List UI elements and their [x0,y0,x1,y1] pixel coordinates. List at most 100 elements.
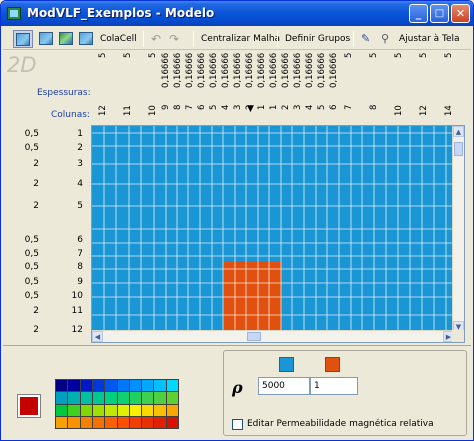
palette-color-cell[interactable] [129,380,142,392]
palette-color-cell[interactable] [105,392,117,404]
column-espessura-label: 5 [369,53,379,59]
undo-icon[interactable]: ↶ [151,30,161,48]
centralizar-malha-button[interactable]: Centralizar Malha [201,30,280,48]
palette-color-cell[interactable] [142,416,154,428]
grid-tool-2[interactable] [39,30,53,48]
value-input-2[interactable]: 1 [310,377,358,395]
close-button[interactable]: ✕ [451,4,470,23]
row-espessura-label: 0,5 [24,262,39,272]
scroll-up-icon[interactable]: ▲ [453,126,464,137]
palette-color-cell[interactable] [68,380,80,392]
palette-color-cell[interactable] [68,392,80,404]
ajustar-tela-button[interactable]: Ajustar à Tela [399,30,460,48]
row-espessura-label: 2 [33,159,39,169]
palette-color-cell[interactable] [56,392,68,404]
toolbar: ColaCell ↶ ↷ Centralizar Malha Definir G… [3,28,471,50]
palette-color-cell[interactable] [129,404,142,416]
value-input-1[interactable]: 5000 [258,377,310,395]
edit-permeability-checkbox[interactable] [232,419,243,430]
horizontal-scroll-thumb[interactable] [247,332,261,341]
column-number-label: 11 [123,105,133,116]
view-mode-label: 2D [7,53,37,77]
colacell-button[interactable]: ColaCell [100,30,137,48]
palette-color-cell[interactable] [92,416,105,428]
column-espessura-label: 0,16666 [293,53,303,89]
palette-color-cell[interactable] [142,392,154,404]
palette-color-cell[interactable] [92,392,105,404]
row-number-label: 8 [77,262,83,272]
palette-color-cell[interactable] [154,404,166,416]
palette-color-cell[interactable] [129,392,142,404]
palette-color-cell[interactable] [166,416,178,428]
palette-color-cell[interactable] [68,404,80,416]
column-number-label: 4 [305,105,315,111]
column-number-label: 14 [444,105,454,116]
row-espessura-label: 2 [33,201,39,211]
color-palette[interactable] [55,379,179,429]
palette-color-cell[interactable] [105,416,117,428]
row-espessura-label: 0,5 [24,277,39,287]
vertical-scrollbar[interactable]: ▲ ▼ [452,126,464,332]
grid-view[interactable]: ▲ ▼ ◀ ▶ [91,125,465,343]
palette-color-cell[interactable] [92,380,105,392]
vertical-scroll-thumb[interactable] [454,142,463,156]
column-espessura-label: 0,16666 [197,53,207,89]
scroll-left-icon[interactable]: ◀ [92,331,103,342]
palette-color-cell[interactable] [154,380,166,392]
definir-grupos-button[interactable]: Definir Grupos [285,30,350,48]
palette-color-cell[interactable] [166,380,178,392]
palette-color-cell[interactable] [117,392,129,404]
column-espessura-label: 0,16666 [245,53,255,89]
palette-color-cell[interactable] [117,380,129,392]
palette-color-cell[interactable] [80,416,92,428]
palette-color-cell[interactable] [142,404,154,416]
toolbar-separator [353,31,354,47]
minimize-button[interactable]: _ [409,4,428,23]
select-cell-tool[interactable] [13,30,33,48]
palette-color-cell[interactable] [105,404,117,416]
model-grid[interactable] [92,126,454,332]
edit-permeability-label: Editar Permeabilidade magnética relativa [247,419,434,429]
grid-tool-4[interactable] [79,30,93,48]
horizontal-scrollbar[interactable]: ◀ ▶ [92,330,454,342]
palette-color-cell[interactable] [80,404,92,416]
palette-color-cell[interactable] [166,404,178,416]
palette-color-cell[interactable] [129,416,142,428]
palette-color-cell[interactable] [92,404,105,416]
palette-color-cell[interactable] [154,416,166,428]
group-color-blue[interactable] [279,357,294,372]
grid-svg[interactable] [92,126,454,332]
column-espessura-label: 0,16666 [209,53,219,89]
palette-color-cell[interactable] [117,404,129,416]
grid-tool-3[interactable] [59,30,73,48]
row-espessura-label: 2 [33,306,39,316]
row-espessura-label: 0,5 [24,129,39,139]
palette-color-cell[interactable] [154,392,166,404]
column-espessura-label: 5 [344,53,354,59]
zoom-icon[interactable]: ⚲ [381,30,389,48]
group-color-orange[interactable] [325,357,340,372]
column-espessura-label: 5 [394,53,404,59]
palette-color-cell[interactable] [56,416,68,428]
palette-color-cell[interactable] [80,392,92,404]
redo-icon[interactable]: ↷ [169,30,179,48]
current-color-swatch[interactable] [17,394,41,418]
row-label: 0,5 9 [5,277,87,291]
column-number-label: 1 [269,105,279,111]
palette-color-cell[interactable] [166,392,178,404]
palette-color-cell[interactable] [68,416,80,428]
window-title: ModVLF_Exemplos - Modelo [27,6,215,20]
palette-color-cell[interactable] [80,380,92,392]
row-number-label: 7 [77,249,83,259]
row-label: 23 [5,159,87,173]
column-number-label: 3 [293,105,303,111]
paint-icon[interactable]: ✎ [361,30,370,48]
palette-color-cell[interactable] [56,380,68,392]
palette-color-cell[interactable] [117,416,129,428]
maximize-button[interactable]: □ [430,4,449,23]
row-espessura-label: 0,5 [24,235,39,245]
row-number-label: 2 [77,143,83,153]
palette-color-cell[interactable] [105,380,117,392]
palette-color-cell[interactable] [56,404,68,416]
palette-color-cell[interactable] [142,380,154,392]
